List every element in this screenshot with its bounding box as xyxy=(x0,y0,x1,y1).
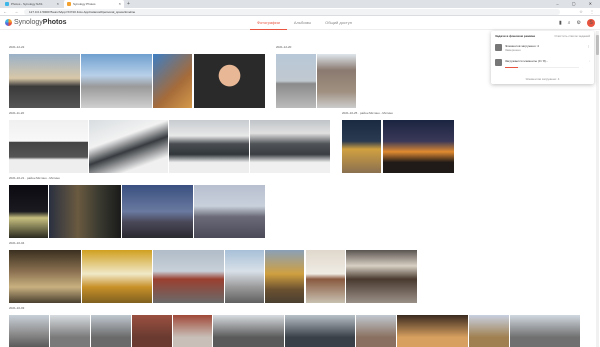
photo-thumbnail[interactable] xyxy=(132,315,172,347)
photo-thumbnail[interactable] xyxy=(510,315,580,347)
section-date: 2021-10-25 · район Митино - Митино xyxy=(342,111,393,115)
browser-menu-icon[interactable]: ☆ ⋮ xyxy=(579,8,597,16)
task-title: Загружается элементы (0 / 8)... xyxy=(505,59,549,63)
task-row[interactable]: Элементов загружено: 4 Завершено ⋮ xyxy=(495,43,590,55)
nas-favicon-icon xyxy=(5,2,9,6)
photo-thumbnail[interactable] xyxy=(9,250,81,303)
photo-thumbnail[interactable] xyxy=(225,250,264,303)
photo-thumbnail[interactable] xyxy=(153,54,192,108)
scrollbar-thumb[interactable] xyxy=(596,35,599,55)
photo-thumbnail[interactable] xyxy=(346,250,417,303)
task-row[interactable]: Загружается элементы (0 / 8)... ◦ xyxy=(495,58,590,70)
upload-progress-bar xyxy=(505,67,579,68)
logo-bold: Photos xyxy=(42,19,67,26)
photo-thumbnail[interactable] xyxy=(81,54,152,108)
close-tab-icon[interactable]: × xyxy=(57,0,59,8)
header-actions: ▮ ⌕ ⚙ S xyxy=(559,19,595,27)
settings-icon[interactable]: ⚙ xyxy=(577,20,581,26)
photo-thumbnail[interactable] xyxy=(49,185,121,238)
photo-thumbnail[interactable] xyxy=(9,185,48,238)
photo-thumbnail[interactable] xyxy=(50,315,90,347)
photo-thumbnail[interactable] xyxy=(194,54,265,108)
section-date: 2021-11-20 xyxy=(9,111,25,115)
more-options-icon[interactable]: ⋮ xyxy=(587,44,590,48)
app-header: SynologyPhotos Фотографии Альбомы Общий … xyxy=(0,16,600,30)
photo-thumbnail[interactable] xyxy=(397,315,468,347)
tab-shared[interactable]: Общий доступ xyxy=(318,16,359,30)
section-date: 2021-10-03 xyxy=(9,306,25,310)
photo-thumbnail[interactable] xyxy=(82,250,152,303)
new-tab-button[interactable]: + xyxy=(127,0,130,8)
photo-thumbnail[interactable] xyxy=(91,315,131,347)
photo-thumbnail[interactable] xyxy=(317,54,356,108)
photo-thumbnail[interactable] xyxy=(469,315,509,347)
upload-icon[interactable]: ▮ xyxy=(559,20,562,26)
main-tabs: Фотографии Альбомы Общий доступ xyxy=(250,16,359,30)
address-bar: ← → ↻ 127.0.0.1:5000/?launchApp=SYNO.Fot… xyxy=(0,8,600,16)
browser-tab-1-title: Photos - Synology NAS xyxy=(11,2,43,6)
search-icon[interactable]: ⌕ xyxy=(568,20,571,26)
photo-thumbnail[interactable] xyxy=(356,315,396,347)
upload-progress-fill xyxy=(505,67,519,68)
scrollbar[interactable] xyxy=(596,31,599,347)
clear-list-link[interactable]: Очистить список заданий xyxy=(554,34,590,38)
logo-light: Synology xyxy=(14,19,43,26)
photo-thumbnail[interactable] xyxy=(153,250,224,303)
background-tasks-panel: Задачи в фоновом режиме Очистить список … xyxy=(491,31,594,84)
logo-icon xyxy=(5,19,12,26)
photo-thumbnail[interactable] xyxy=(169,120,249,173)
photo-thumbnail[interactable] xyxy=(250,120,330,173)
synology-photos-logo: SynologyPhotos xyxy=(5,19,67,26)
avatar[interactable]: S xyxy=(587,19,595,27)
photo-thumbnail[interactable] xyxy=(383,120,454,173)
section-date: 2021-12-20 xyxy=(276,45,292,49)
panel-title: Задачи в фоновом режиме xyxy=(495,34,536,38)
browser-tab-1[interactable]: Photos - Synology NAS × xyxy=(2,0,62,8)
photo-thumbnail[interactable] xyxy=(213,315,284,347)
task-status: Завершено xyxy=(505,48,521,52)
tab-albums[interactable]: Альбомы xyxy=(287,16,318,30)
photo-thumbnail[interactable] xyxy=(9,54,80,108)
photo-thumbnail[interactable] xyxy=(306,250,345,303)
pause-icon[interactable]: ◦ xyxy=(589,59,590,63)
photo-thumbnail[interactable] xyxy=(89,120,168,173)
photo-thumbnail[interactable] xyxy=(265,250,304,303)
browser-tab-2-title: Synology Photos xyxy=(73,2,96,6)
photo-thumbnail[interactable] xyxy=(173,315,212,347)
photo-thumbnail[interactable] xyxy=(122,185,193,238)
section-date: 2021-10-04 xyxy=(9,241,25,245)
window-controls[interactable]: – ▢ ✕ xyxy=(556,0,598,8)
task-thumbnail xyxy=(495,59,502,66)
browser-tab-2[interactable]: Synology Photos × xyxy=(64,0,124,8)
section-date: 2021-12-22 xyxy=(9,45,25,49)
photos-favicon-icon xyxy=(67,2,71,6)
photo-thumbnail[interactable] xyxy=(9,120,88,173)
photo-thumbnail[interactable] xyxy=(276,54,316,108)
url-field[interactable]: 127.0.0.1:5000/?launchApp=SYNO.Foto.AppI… xyxy=(24,9,560,15)
close-tab-icon[interactable]: × xyxy=(119,0,121,8)
section-date: 2021-10-21 · район Митино - Митино xyxy=(9,176,60,180)
photo-thumbnail[interactable] xyxy=(9,315,49,347)
photo-thumbnail[interactable] xyxy=(194,185,265,238)
photo-thumbnail[interactable] xyxy=(342,120,381,173)
browser-tab-strip: Photos - Synology NAS × Synology Photos … xyxy=(0,0,600,8)
tab-photos[interactable]: Фотографии xyxy=(250,16,287,30)
photo-thumbnail[interactable] xyxy=(285,315,355,347)
panel-footer: Элементов загружено: 4 xyxy=(525,77,560,81)
task-thumbnail xyxy=(495,44,502,51)
